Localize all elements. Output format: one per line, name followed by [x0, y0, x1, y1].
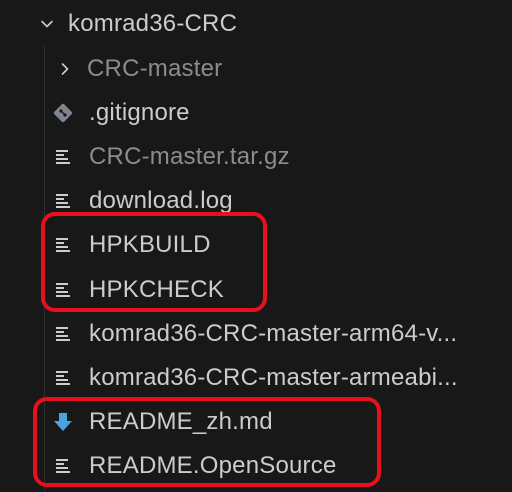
tree-item-crc-master-tar-gz[interactable]: CRC-master.tar.gz — [0, 135, 512, 179]
tree-item-komrad36-arm64[interactable]: komrad36-CRC-master-arm64-v... — [0, 312, 512, 356]
tree-item-label: README_zh.md — [89, 408, 273, 435]
tree-item-gitignore[interactable]: .gitignore — [0, 91, 512, 135]
tree-item-readme-zh-md[interactable]: README_zh.md — [0, 400, 512, 444]
tree-item-label: CRC-master.tar.gz — [89, 143, 290, 170]
chevron-right-icon[interactable] — [54, 58, 76, 80]
file-lines-icon — [51, 189, 75, 213]
tree-item-hpkcheck[interactable]: HPKCHECK — [0, 268, 512, 312]
tree-item-label: .gitignore — [89, 99, 190, 126]
tree-item-download-log[interactable]: download.log — [0, 179, 512, 223]
tree-item-readme-opensource[interactable]: README.OpenSource — [0, 444, 512, 488]
tree-item-crc-master-folder[interactable]: CRC-master — [0, 47, 512, 91]
file-lines-icon — [51, 233, 75, 257]
file-lines-icon — [51, 145, 75, 169]
tree-item-komrad36-armeabi[interactable]: komrad36-CRC-master-armeabi... — [0, 356, 512, 400]
tree-item-label: komrad36-CRC-master-arm64-v... — [89, 320, 458, 347]
tree-root-komrad36-crc[interactable]: komrad36-CRC — [0, 2, 512, 46]
tree-item-label: komrad36-CRC-master-armeabi... — [89, 364, 458, 391]
tree-root-label: komrad36-CRC — [68, 10, 238, 37]
tree-item-hpkbuild[interactable]: HPKBUILD — [0, 223, 512, 267]
tree-item-label: download.log — [89, 187, 233, 214]
tree-item-label: README.OpenSource — [89, 452, 337, 479]
tree-item-label: HPKCHECK — [89, 276, 224, 303]
tree-item-label: HPKBUILD — [89, 231, 211, 258]
file-lines-icon — [51, 278, 75, 302]
file-lines-icon — [51, 366, 75, 390]
markdown-download-icon — [51, 410, 75, 434]
git-icon — [51, 101, 75, 125]
chevron-down-icon[interactable] — [36, 13, 58, 35]
file-lines-icon — [51, 454, 75, 478]
tree-item-label: CRC-master — [87, 55, 223, 82]
file-lines-icon — [51, 322, 75, 346]
file-explorer: komrad36-CRC CRC-master .gitignore CRC-m… — [0, 0, 512, 492]
